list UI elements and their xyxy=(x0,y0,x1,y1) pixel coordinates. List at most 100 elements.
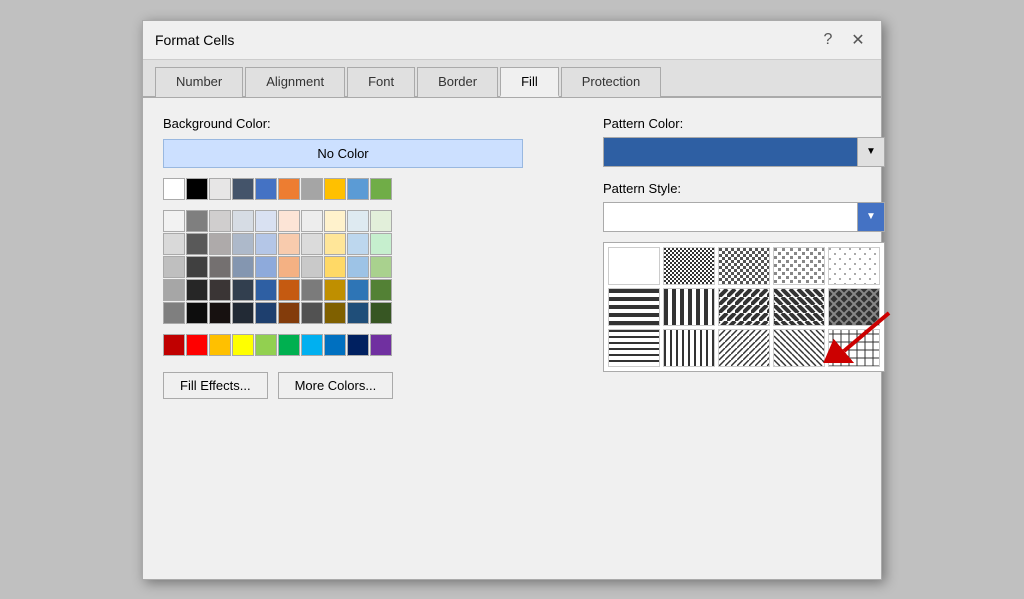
color-cell[interactable] xyxy=(301,256,323,278)
color-cell[interactable] xyxy=(186,334,208,356)
close-button[interactable]: ✕ xyxy=(847,29,869,51)
color-cell[interactable] xyxy=(301,279,323,301)
pattern-crosshatch-thick[interactable] xyxy=(828,288,880,326)
color-cell[interactable] xyxy=(347,279,369,301)
color-cell[interactable] xyxy=(370,256,392,278)
color-cell[interactable] xyxy=(186,256,208,278)
color-cell[interactable] xyxy=(370,279,392,301)
color-cell[interactable] xyxy=(278,302,300,324)
color-cell[interactable] xyxy=(186,233,208,255)
pattern-diag-thin-1[interactable] xyxy=(718,329,770,367)
pattern-diag-stripe-1[interactable] xyxy=(718,288,770,326)
pattern-vert-stripe-thin[interactable] xyxy=(663,329,715,367)
color-cell[interactable] xyxy=(278,178,300,200)
tab-border[interactable]: Border xyxy=(417,67,498,97)
color-cell[interactable] xyxy=(255,279,277,301)
color-cell[interactable] xyxy=(255,178,277,200)
color-cell[interactable] xyxy=(255,334,277,356)
format-cells-dialog: Format Cells ? ✕ Number Alignment Font B… xyxy=(142,20,882,580)
color-cell[interactable] xyxy=(370,210,392,232)
pattern-diag-thin-2[interactable] xyxy=(773,329,825,367)
color-cell[interactable] xyxy=(163,334,185,356)
tab-number[interactable]: Number xyxy=(155,67,243,97)
tab-alignment[interactable]: Alignment xyxy=(245,67,345,97)
color-cell[interactable] xyxy=(301,302,323,324)
color-cell[interactable] xyxy=(209,233,231,255)
color-cell[interactable] xyxy=(163,256,185,278)
color-cell[interactable] xyxy=(163,178,185,200)
tab-font[interactable]: Font xyxy=(347,67,415,97)
pattern-dense-dot[interactable] xyxy=(663,247,715,285)
color-cell[interactable] xyxy=(301,210,323,232)
color-cell[interactable] xyxy=(255,256,277,278)
color-cell[interactable] xyxy=(232,233,254,255)
pattern-none[interactable] xyxy=(608,247,660,285)
pattern-horiz-stripe-thin[interactable] xyxy=(608,329,660,367)
no-color-button[interactable]: No Color xyxy=(163,139,523,168)
color-cell[interactable] xyxy=(278,256,300,278)
color-cell[interactable] xyxy=(232,210,254,232)
color-cell[interactable] xyxy=(347,210,369,232)
color-cell[interactable] xyxy=(370,302,392,324)
color-cell[interactable] xyxy=(324,233,346,255)
color-cell[interactable] xyxy=(278,233,300,255)
color-cell[interactable] xyxy=(163,279,185,301)
color-cell[interactable] xyxy=(232,334,254,356)
color-cell[interactable] xyxy=(347,178,369,200)
color-cell[interactable] xyxy=(209,256,231,278)
color-cell[interactable] xyxy=(209,178,231,200)
color-cell[interactable] xyxy=(301,334,323,356)
pattern-color-dropdown-button[interactable]: ▼ xyxy=(857,137,885,167)
color-cell[interactable] xyxy=(347,302,369,324)
pattern-style-dropdown-button[interactable]: ▼ xyxy=(857,202,885,232)
color-cell[interactable] xyxy=(370,334,392,356)
color-cell[interactable] xyxy=(232,302,254,324)
color-cell[interactable] xyxy=(370,233,392,255)
pattern-light-dot[interactable] xyxy=(773,247,825,285)
color-cell[interactable] xyxy=(324,279,346,301)
color-cell[interactable] xyxy=(232,178,254,200)
tab-protection[interactable]: Protection xyxy=(561,67,662,97)
pattern-horiz-stripe-thick[interactable] xyxy=(608,288,660,326)
color-cell[interactable] xyxy=(186,210,208,232)
help-button[interactable]: ? xyxy=(817,29,839,51)
color-cell[interactable] xyxy=(232,256,254,278)
color-cell[interactable] xyxy=(255,210,277,232)
pattern-medium-dot[interactable] xyxy=(718,247,770,285)
color-cell[interactable] xyxy=(301,178,323,200)
color-cell[interactable] xyxy=(278,210,300,232)
color-cell[interactable] xyxy=(255,233,277,255)
color-cell[interactable] xyxy=(209,210,231,232)
color-cell[interactable] xyxy=(324,256,346,278)
color-cell[interactable] xyxy=(347,334,369,356)
color-cell[interactable] xyxy=(370,178,392,200)
color-cell[interactable] xyxy=(163,233,185,255)
pattern-diag-stripe-2[interactable] xyxy=(773,288,825,326)
color-cell[interactable] xyxy=(347,233,369,255)
color-cell[interactable] xyxy=(186,178,208,200)
more-colors-button[interactable]: More Colors... xyxy=(278,372,394,399)
pattern-sparse-dot[interactable] xyxy=(828,247,880,285)
standard-color-row xyxy=(163,334,563,356)
color-cell[interactable] xyxy=(301,233,323,255)
color-cell[interactable] xyxy=(209,279,231,301)
color-cell[interactable] xyxy=(209,302,231,324)
color-cell[interactable] xyxy=(324,302,346,324)
tab-fill[interactable]: Fill xyxy=(500,67,559,97)
color-cell[interactable] xyxy=(324,210,346,232)
color-cell[interactable] xyxy=(324,178,346,200)
color-cell[interactable] xyxy=(278,334,300,356)
color-cell[interactable] xyxy=(278,279,300,301)
color-cell[interactable] xyxy=(255,302,277,324)
color-cell[interactable] xyxy=(232,279,254,301)
pattern-crosshatch-thin[interactable] xyxy=(828,329,880,367)
color-cell[interactable] xyxy=(209,334,231,356)
color-cell[interactable] xyxy=(347,256,369,278)
color-cell[interactable] xyxy=(186,279,208,301)
color-cell[interactable] xyxy=(163,210,185,232)
fill-effects-button[interactable]: Fill Effects... xyxy=(163,372,268,399)
color-cell[interactable] xyxy=(324,334,346,356)
color-cell[interactable] xyxy=(186,302,208,324)
color-cell[interactable] xyxy=(163,302,185,324)
pattern-vert-stripe-thick[interactable] xyxy=(663,288,715,326)
